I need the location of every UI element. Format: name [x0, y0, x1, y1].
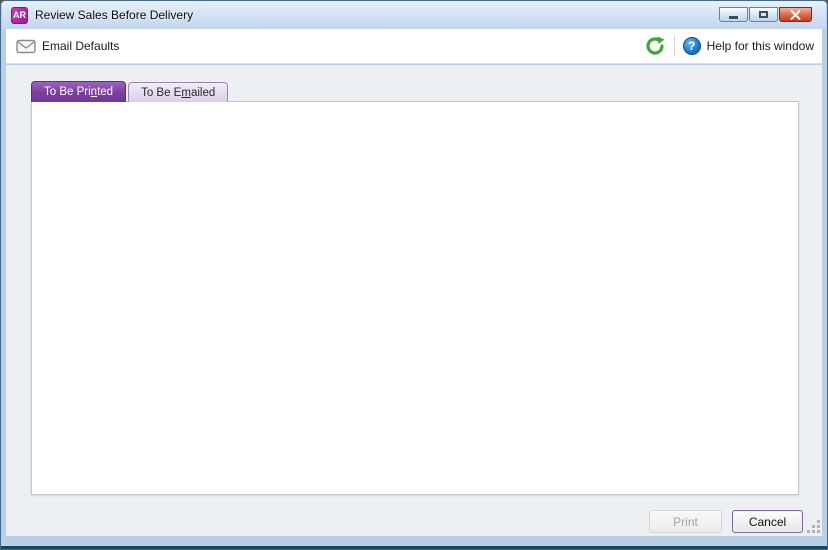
tab-bar: To Be Printed To Be Emailed [31, 82, 228, 102]
help-label: Help for this window [707, 39, 814, 53]
cancel-button[interactable]: Cancel [732, 510, 803, 533]
envelope-icon [16, 38, 36, 54]
close-icon [790, 9, 801, 20]
maximize-icon [759, 11, 768, 18]
refresh-button[interactable] [644, 35, 666, 57]
help-icon: ? [683, 37, 701, 55]
toolbar: Email Defaults ? Help for this window [6, 29, 822, 64]
app-icon: AR [11, 7, 28, 24]
window-bottom-edge [1, 546, 827, 549]
resize-grip[interactable] [809, 522, 820, 533]
help-button[interactable]: ? Help for this window [683, 37, 814, 55]
window-title: Review Sales Before Delivery [35, 8, 193, 22]
tab-to-be-emailed[interactable]: To Be Emailed [128, 82, 228, 102]
email-defaults-button[interactable]: Email Defaults [16, 38, 119, 54]
print-button[interactable]: Print [649, 510, 722, 533]
content-panel [31, 101, 799, 495]
minimize-icon [729, 16, 738, 19]
email-defaults-label: Email Defaults [42, 39, 119, 53]
dialog-window: AR Review Sales Before Delivery Email De… [0, 0, 828, 550]
close-button[interactable] [779, 7, 812, 22]
maximize-button[interactable] [749, 7, 778, 22]
tab-to-be-printed[interactable]: To Be Printed [31, 81, 126, 102]
minimize-button[interactable] [719, 7, 748, 22]
toolbar-divider [674, 35, 675, 57]
title-bar[interactable]: AR Review Sales Before Delivery [2, 1, 826, 29]
